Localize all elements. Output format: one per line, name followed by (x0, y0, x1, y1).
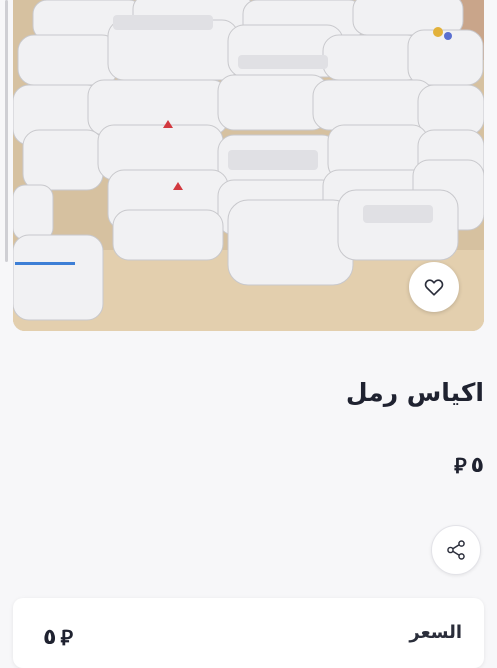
price-details-number: ٥ (43, 625, 57, 650)
riyal-symbol: ⃁ (60, 626, 73, 650)
product-title: اكياس رمل (345, 378, 484, 407)
share-icon (447, 540, 465, 560)
scroll-indicator[interactable] (5, 0, 8, 262)
riyal-symbol: ⃁ (454, 454, 467, 478)
share-button[interactable] (431, 525, 481, 575)
heart-icon (424, 279, 444, 296)
product-price: ⃁ ٥ (454, 452, 484, 479)
price-details-card: السعر ٥ ⃁ (13, 598, 484, 668)
favorite-button[interactable] (409, 262, 459, 312)
price-details-value: ٥ ⃁ (43, 624, 73, 651)
price-value: ٥ (470, 453, 484, 478)
